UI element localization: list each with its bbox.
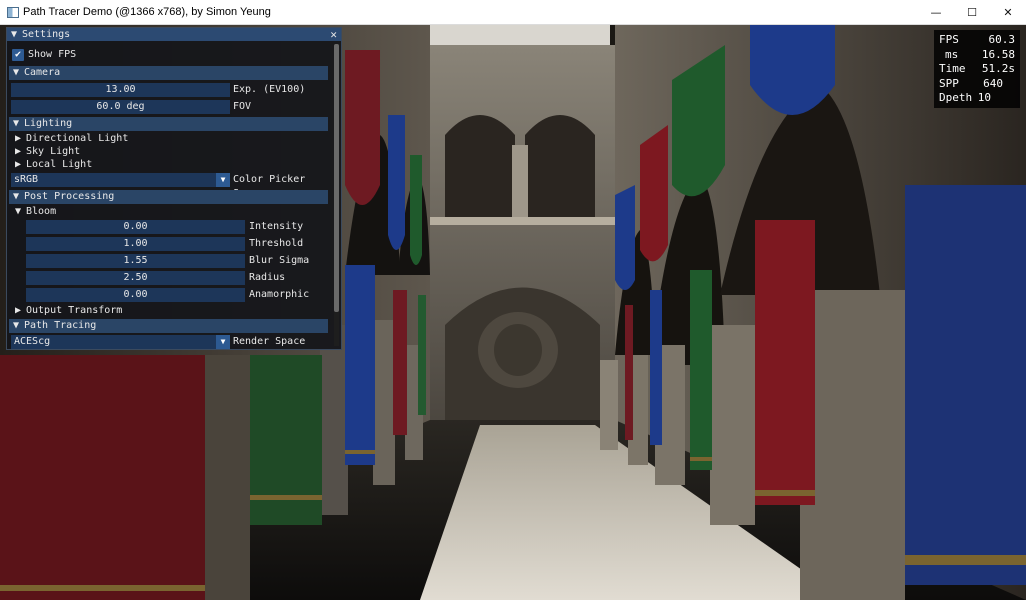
- stat-row-depth: Dpeth 10: [939, 91, 1015, 106]
- app-icon: [7, 6, 19, 18]
- color-picker-space-combo[interactable]: sRGB ▼: [11, 173, 230, 187]
- combo-arrow-icon[interactable]: ▼: [216, 173, 230, 187]
- collapse-arrow-icon[interactable]: ▼: [11, 29, 22, 40]
- sky-light-arrow-icon: ▶: [15, 146, 22, 157]
- bloom-threshold-label: Threshold: [249, 238, 304, 249]
- path-tracing-header[interactable]: ▼ Path Tracing: [9, 319, 328, 333]
- render-space-value: ACEScg: [14, 336, 51, 347]
- bloom-radius-field[interactable]: 2.50: [26, 271, 245, 285]
- local-light-arrow-icon: ▶: [15, 159, 22, 170]
- show-fps-label: Show FPS: [28, 49, 77, 60]
- tree-local-light[interactable]: ▶ Local Light: [15, 158, 92, 172]
- directional-light-label: Directional Light: [26, 133, 129, 144]
- fps-label: FPS: [939, 33, 959, 46]
- bloom-radius-label: Radius: [249, 272, 286, 283]
- exposure-label: Exp. (EV100): [233, 84, 306, 95]
- bloom-blur-sigma-label: Blur Sigma: [249, 255, 310, 266]
- post-processing-header[interactable]: ▼ Post Processing: [9, 190, 328, 204]
- time-label: Time: [939, 62, 966, 76]
- stat-row-fps: FPS 60.3: [939, 33, 1015, 48]
- lighting-arrow-icon: ▼: [13, 118, 20, 129]
- post-processing-header-label: Post Processing: [24, 191, 115, 202]
- directional-light-arrow-icon: ▶: [15, 133, 22, 144]
- settings-titlebar[interactable]: ▼ Settings ✕: [7, 28, 341, 41]
- bloom-intensity-label: Intensity: [249, 221, 304, 232]
- render-space-combo[interactable]: ACEScg ▼: [11, 335, 230, 349]
- tree-directional-light[interactable]: ▶ Directional Light: [15, 132, 128, 146]
- spp-label: SPP: [939, 76, 959, 90]
- tree-bloom[interactable]: ▼ Bloom: [15, 205, 56, 219]
- combo-arrow-icon[interactable]: ▼: [216, 335, 230, 349]
- time-value: 51.2s: [981, 62, 1015, 76]
- path-tracing-header-label: Path Tracing: [24, 320, 97, 331]
- fps-stats-overlay: FPS 60.3 ms 16.58 Time 51.2s SPP 640 Dpe…: [934, 30, 1020, 108]
- close-icon[interactable]: ✕: [990, 0, 1026, 24]
- window-title: Path Tracer Demo (@1366 x768), by Simon …: [23, 6, 271, 18]
- ms-label: ms: [945, 47, 959, 61]
- lighting-header-label: Lighting: [24, 118, 73, 129]
- bloom-anamorphic-label: Anamorphic: [249, 289, 310, 300]
- bloom-blur-sigma-field[interactable]: 1.55: [26, 254, 245, 268]
- settings-close-icon[interactable]: ✕: [330, 28, 337, 41]
- bloom-anamorphic-field[interactable]: 0.00: [26, 288, 245, 302]
- sky-light-label: Sky Light: [26, 146, 81, 157]
- window-controls: — ☐ ✕: [918, 0, 1026, 24]
- fov-label: FOV: [233, 101, 252, 112]
- camera-arrow-icon: ▼: [13, 67, 20, 78]
- depth-value: 10: [977, 91, 991, 105]
- stat-row-ms: ms 16.58: [939, 48, 1015, 63]
- local-light-label: Local Light: [26, 159, 93, 170]
- settings-panel[interactable]: ▼ Settings ✕ ✔ Show FPS ▼ Camera 13.00 Ex…: [6, 27, 342, 350]
- depth-label: Dpeth: [939, 91, 973, 105]
- color-picker-space-label: Color Picker Space: [233, 174, 306, 199]
- bloom-label: Bloom: [26, 206, 57, 217]
- tree-output-transform[interactable]: ▶ Output Transform: [15, 304, 122, 318]
- bloom-intensity-field[interactable]: 0.00: [26, 220, 245, 234]
- stat-row-time: Time 51.2s: [939, 62, 1015, 77]
- post-processing-arrow-icon: ▼: [13, 191, 20, 202]
- color-picker-space-value: sRGB: [14, 174, 39, 185]
- camera-header[interactable]: ▼ Camera: [9, 66, 328, 80]
- spp-value: 640: [983, 76, 1003, 90]
- output-transform-label: Output Transform: [26, 305, 123, 316]
- bloom-arrow-icon: ▼: [15, 206, 22, 217]
- lighting-header[interactable]: ▼ Lighting: [9, 117, 328, 131]
- settings-scrollbar[interactable]: [334, 44, 339, 346]
- settings-title: Settings: [22, 29, 71, 40]
- exposure-field[interactable]: 13.00: [11, 83, 230, 97]
- maximize-icon[interactable]: ☐: [954, 0, 990, 24]
- ms-value: 16.58: [981, 47, 1015, 61]
- camera-header-label: Camera: [24, 67, 61, 78]
- stat-row-spp: SPP 640: [939, 77, 1015, 92]
- fov-field[interactable]: 60.0 deg: [11, 100, 230, 114]
- render-space-label: Render Space: [233, 336, 306, 347]
- path-tracing-arrow-icon: ▼: [13, 320, 20, 331]
- window-titlebar: Path Tracer Demo (@1366 x768), by Simon …: [0, 0, 1026, 25]
- bloom-threshold-field[interactable]: 1.00: [26, 237, 245, 251]
- output-transform-arrow-icon: ▶: [15, 305, 22, 316]
- show-fps-checkbox[interactable]: ✔: [12, 49, 24, 61]
- tree-sky-light[interactable]: ▶ Sky Light: [15, 145, 80, 159]
- fps-value: 60.3: [988, 33, 1016, 46]
- minimize-icon[interactable]: —: [918, 0, 954, 24]
